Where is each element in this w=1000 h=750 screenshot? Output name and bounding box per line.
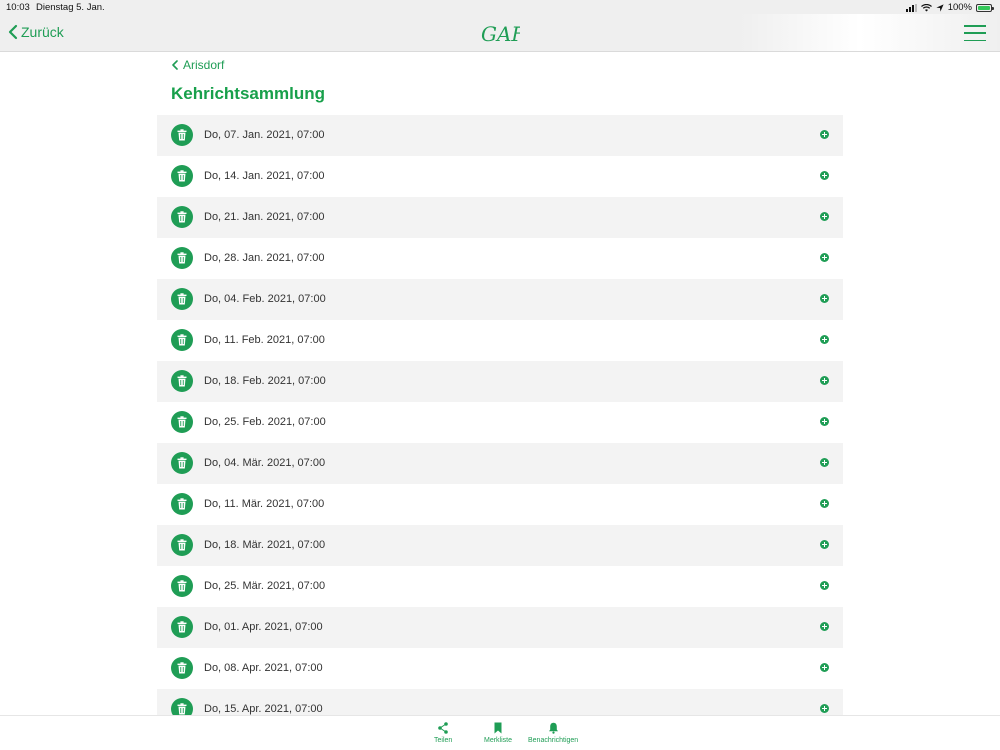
share-tab-label: Teilen	[434, 737, 453, 744]
collection-row[interactable]: Do, 11. Feb. 2021, 07:00	[157, 320, 843, 361]
trash-icon	[171, 452, 193, 474]
add-to-calendar-icon[interactable]	[820, 540, 829, 549]
menu-line	[964, 32, 986, 34]
status-bar: 10:03 Dienstag 5. Jan. 100%	[0, 0, 1000, 14]
hamburger-menu-button[interactable]	[964, 25, 986, 41]
trash-icon	[171, 247, 193, 269]
breadcrumb-back-link[interactable]: Arisdorf	[172, 58, 224, 72]
trash-icon	[171, 206, 193, 228]
bookmark-icon	[494, 722, 502, 734]
collection-row[interactable]: Do, 18. Feb. 2021, 07:00	[157, 361, 843, 402]
back-button-label: Zurück	[21, 24, 64, 40]
collection-row[interactable]: Do, 18. Mär. 2021, 07:00	[157, 525, 843, 566]
trash-icon	[171, 329, 193, 351]
svg-text:GAF: GAF	[481, 22, 520, 46]
trash-icon	[171, 575, 193, 597]
collection-date-text: Do, 15. Apr. 2021, 07:00	[204, 703, 323, 715]
trash-icon	[171, 698, 193, 715]
add-to-calendar-icon[interactable]	[820, 130, 829, 139]
trash-icon	[171, 493, 193, 515]
location-arrow-icon	[936, 3, 944, 12]
add-to-calendar-icon[interactable]	[820, 294, 829, 303]
collection-row[interactable]: Do, 21. Jan. 2021, 07:00	[157, 197, 843, 238]
chevron-left-icon	[8, 24, 18, 40]
collection-date-text: Do, 07. Jan. 2021, 07:00	[204, 129, 325, 141]
trash-icon	[171, 411, 193, 433]
collection-date-text: Do, 25. Feb. 2021, 07:00	[204, 416, 326, 428]
collection-row[interactable]: Do, 07. Jan. 2021, 07:00	[157, 115, 843, 156]
trash-icon	[171, 288, 193, 310]
trash-icon	[171, 165, 193, 187]
collection-row[interactable]: Do, 11. Mär. 2021, 07:00	[157, 484, 843, 525]
status-date: Dienstag 5. Jan.	[36, 2, 105, 13]
trash-icon	[171, 616, 193, 638]
collection-date-text: Do, 21. Jan. 2021, 07:00	[204, 211, 325, 223]
collection-row[interactable]: Do, 04. Feb. 2021, 07:00	[157, 279, 843, 320]
collection-row[interactable]: Do, 28. Jan. 2021, 07:00	[157, 238, 843, 279]
collection-date-text: Do, 18. Feb. 2021, 07:00	[204, 375, 326, 387]
collection-date-text: Do, 04. Feb. 2021, 07:00	[204, 293, 326, 305]
collection-date-text: Do, 11. Mär. 2021, 07:00	[204, 498, 325, 510]
collection-date-text: Do, 28. Jan. 2021, 07:00	[204, 252, 325, 264]
trash-icon	[171, 657, 193, 679]
nav-bar: Zurück GAF	[0, 14, 1000, 52]
collection-date-text: Do, 14. Jan. 2021, 07:00	[204, 170, 325, 182]
share-icon	[438, 722, 448, 734]
bookmarks-tab[interactable]: Merkliste	[484, 722, 512, 744]
collection-date-text: Do, 25. Mär. 2021, 07:00	[204, 580, 326, 592]
collection-date-text: Do, 04. Mär. 2021, 07:00	[204, 457, 326, 469]
collection-date-text: Do, 08. Apr. 2021, 07:00	[204, 662, 323, 674]
cellular-signal-icon	[905, 3, 917, 12]
breadcrumb-label: Arisdorf	[183, 58, 225, 72]
chevron-left-icon	[172, 60, 178, 70]
battery-percent: 100%	[947, 2, 972, 13]
menu-line	[964, 39, 986, 41]
add-to-calendar-icon[interactable]	[820, 663, 829, 672]
add-to-calendar-icon[interactable]	[820, 458, 829, 467]
status-indicators: 100%	[905, 2, 994, 13]
trash-icon	[171, 534, 193, 556]
collection-row[interactable]: Do, 14. Jan. 2021, 07:00	[157, 156, 843, 197]
collection-row[interactable]: Do, 04. Mär. 2021, 07:00	[157, 443, 843, 484]
collection-date-text: Do, 18. Mär. 2021, 07:00	[204, 539, 326, 551]
add-to-calendar-icon[interactable]	[820, 335, 829, 344]
add-to-calendar-icon[interactable]	[820, 417, 829, 426]
battery-icon	[976, 3, 994, 12]
trash-icon	[171, 124, 193, 146]
gaf-logo: GAF	[481, 22, 520, 46]
page-title: Kehrichtsammlung	[171, 84, 325, 103]
notifications-tab-label: Benachrichtigen	[528, 737, 579, 744]
collection-row[interactable]: Do, 15. Apr. 2021, 07:00	[157, 689, 843, 715]
add-to-calendar-icon[interactable]	[820, 253, 829, 262]
trash-icon	[171, 370, 193, 392]
add-to-calendar-icon[interactable]	[820, 704, 829, 713]
add-to-calendar-icon[interactable]	[820, 171, 829, 180]
bell-icon	[548, 722, 558, 734]
collection-date-list: Do, 07. Jan. 2021, 07:00 Do, 14. Jan. 202…	[157, 115, 843, 715]
collection-row[interactable]: Do, 25. Mär. 2021, 07:00	[157, 566, 843, 607]
notifications-tab[interactable]: Benachrichtigen	[528, 722, 578, 744]
bottom-toolbar: Teilen Merkliste Benachrichtigen	[0, 715, 1000, 750]
add-to-calendar-icon[interactable]	[820, 622, 829, 631]
status-time: 10:03	[6, 2, 30, 13]
collection-row[interactable]: Do, 25. Feb. 2021, 07:00	[157, 402, 843, 443]
bookmarks-tab-label: Merkliste	[484, 737, 513, 744]
share-tab[interactable]: Teilen	[434, 722, 452, 744]
add-to-calendar-icon[interactable]	[820, 376, 829, 385]
collection-row[interactable]: Do, 08. Apr. 2021, 07:00	[157, 648, 843, 689]
add-to-calendar-icon[interactable]	[820, 499, 829, 508]
wifi-icon	[920, 3, 932, 11]
collection-date-text: Do, 11. Feb. 2021, 07:00	[204, 334, 325, 346]
menu-line	[964, 25, 986, 27]
add-to-calendar-icon[interactable]	[820, 581, 829, 590]
add-to-calendar-icon[interactable]	[820, 212, 829, 221]
back-button[interactable]: Zurück	[8, 24, 64, 40]
collection-date-text: Do, 01. Apr. 2021, 07:00	[204, 621, 323, 633]
collection-row[interactable]: Do, 01. Apr. 2021, 07:00	[157, 607, 843, 648]
